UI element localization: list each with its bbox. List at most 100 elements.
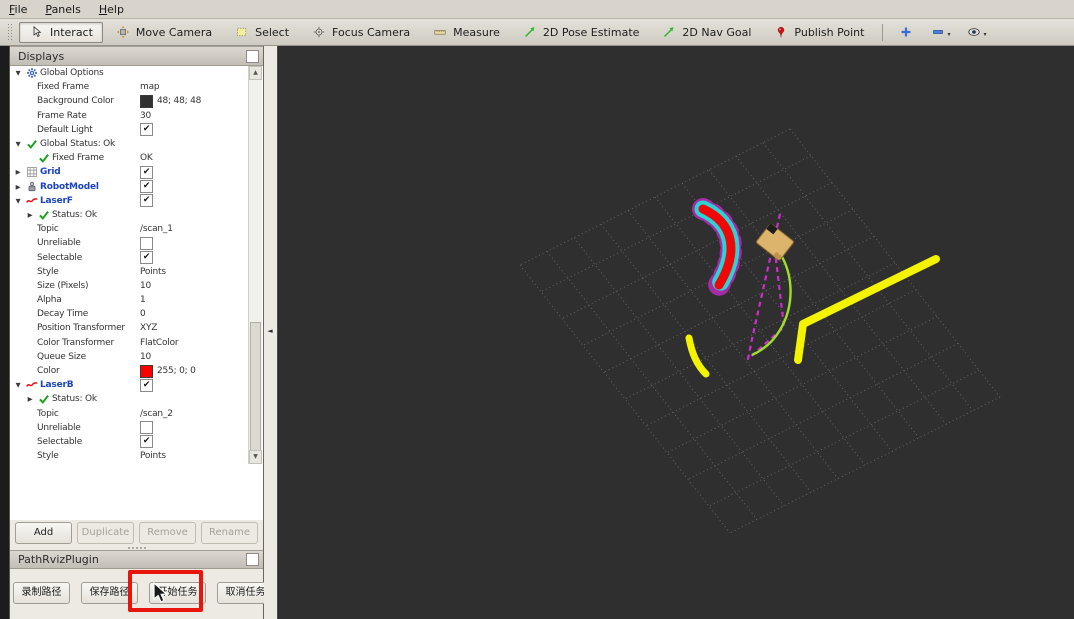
- tree-row[interactable]: Style Points: [10, 449, 263, 463]
- checkbox-checked[interactable]: ✔: [140, 123, 153, 137]
- tool-focus-camera[interactable]: Focus Camera: [301, 22, 420, 43]
- scrollbar-thumb[interactable]: [250, 322, 261, 452]
- tree-row[interactable]: Position Transformer XYZ: [10, 321, 263, 335]
- property-value[interactable]: 48; 48; 48: [140, 94, 201, 108]
- menu-panels[interactable]: Panels: [45, 3, 80, 16]
- tree-row[interactable]: ▼ LaserF ✔: [10, 194, 263, 208]
- property-value[interactable]: ✔: [140, 165, 153, 179]
- property-value[interactable]: ✔: [140, 435, 153, 449]
- start-task-button[interactable]: 开始任务: [149, 582, 206, 604]
- tree-row[interactable]: Selectable ✔: [10, 250, 263, 265]
- property-value[interactable]: 255; 0; 0: [140, 364, 196, 378]
- tree-row[interactable]: Unreliable: [10, 236, 263, 250]
- tree-row[interactable]: Fixed Frame map: [10, 80, 263, 94]
- checkbox-unchecked[interactable]: [140, 236, 153, 250]
- tree-row[interactable]: Topic/scan_2: [10, 407, 263, 421]
- displays-panel-header[interactable]: Displays: [10, 46, 263, 66]
- property-value[interactable]: ✔: [140, 123, 153, 137]
- dropdown-arrow-icon[interactable]: ▾: [947, 31, 950, 38]
- property-value[interactable]: 10: [140, 352, 151, 362]
- tool-2d-pose-estimate[interactable]: 2D Pose Estimate: [512, 22, 650, 43]
- tool-publish-point[interactable]: Publish Point: [763, 22, 874, 43]
- dock-splitter[interactable]: ◄: [264, 46, 278, 619]
- property-value[interactable]: [140, 421, 153, 435]
- scroll-up-icon[interactable]: ▲: [249, 66, 262, 80]
- tree-row[interactable]: Size (Pixels) 10: [10, 279, 263, 293]
- dropdown-arrow-icon[interactable]: ▾: [983, 31, 986, 38]
- tool-measure[interactable]: Measure: [422, 22, 510, 43]
- expander-right-icon[interactable]: ▶: [12, 183, 24, 191]
- checkbox-unchecked[interactable]: [140, 421, 153, 435]
- expander-right-icon[interactable]: ▶: [12, 168, 24, 176]
- tree-row[interactable]: ▶ Grid ✔: [10, 165, 263, 179]
- tree-row[interactable]: Decay Time 0: [10, 307, 263, 321]
- expander-down-icon[interactable]: ▼: [12, 381, 24, 389]
- property-value[interactable]: /scan_1: [140, 224, 173, 234]
- rename-button[interactable]: Rename: [201, 522, 258, 544]
- property-value[interactable]: 1: [140, 295, 146, 305]
- tree-row[interactable]: Style Points: [10, 265, 263, 279]
- tree-row[interactable]: Queue Size 10: [10, 350, 263, 364]
- property-value[interactable]: 0: [140, 309, 146, 319]
- property-value[interactable]: map: [140, 82, 160, 92]
- expander-down-icon[interactable]: ▼: [12, 69, 24, 77]
- property-value[interactable]: 30: [140, 111, 151, 121]
- checkbox-checked[interactable]: ✔: [140, 378, 153, 392]
- expander-right-icon[interactable]: ▶: [24, 211, 36, 219]
- checkbox-checked[interactable]: ✔: [140, 180, 153, 194]
- tree-row[interactable]: ▶ RobotModel ✔: [10, 180, 263, 194]
- property-value[interactable]: ✔: [140, 180, 153, 194]
- menu-file[interactable]: File: [9, 3, 27, 16]
- tree-scrollbar[interactable]: ▲ ▼: [248, 66, 262, 464]
- tool-move-camera[interactable]: Move Camera: [105, 22, 222, 43]
- tree-row[interactable]: ▶ Status: Ok: [10, 208, 263, 222]
- record-path-button[interactable]: 录制路径: [13, 582, 70, 604]
- displays-float-button[interactable]: [246, 49, 259, 63]
- property-value[interactable]: XYZ: [140, 323, 157, 333]
- property-value[interactable]: 10: [140, 281, 151, 291]
- tree-row[interactable]: Frame Rate 30: [10, 109, 263, 123]
- tree-row[interactable]: Default Light ✔: [10, 123, 263, 137]
- tree-row[interactable]: Alpha 1: [10, 293, 263, 307]
- expander-down-icon[interactable]: ▼: [12, 140, 24, 148]
- duplicate-button[interactable]: Duplicate: [77, 522, 134, 544]
- property-value[interactable]: ✔: [140, 194, 153, 208]
- add-button[interactable]: Add: [15, 522, 72, 544]
- tree-row[interactable]: ▼ Global Options: [10, 66, 263, 80]
- checkbox-checked[interactable]: ✔: [140, 435, 153, 449]
- plus-tool-button[interactable]: [892, 23, 920, 41]
- property-value[interactable]: ✔: [140, 378, 153, 392]
- tree-row[interactable]: Color Transformer FlatColor: [10, 336, 263, 350]
- property-value[interactable]: /scan_2: [140, 409, 173, 419]
- minus-tool-button[interactable]: ▾: [924, 23, 956, 41]
- tree-row[interactable]: ▶ Status: Ok: [10, 392, 263, 406]
- toolbar-grip[interactable]: [7, 23, 14, 41]
- path-plugin-header[interactable]: PathRvizPlugin: [10, 550, 263, 569]
- plugin-float-button[interactable]: [246, 553, 259, 566]
- tree-row[interactable]: Fixed Frame OK: [10, 151, 263, 165]
- property-value[interactable]: ✔: [140, 251, 153, 265]
- tree-row[interactable]: Topic/scan_1: [10, 222, 263, 236]
- expander-down-icon[interactable]: ▼: [12, 197, 24, 205]
- tool-interact[interactable]: Interact: [19, 21, 103, 43]
- expander-right-icon[interactable]: ▶: [24, 395, 36, 403]
- save-path-button[interactable]: 保存路径: [81, 582, 138, 604]
- menu-help[interactable]: Help: [99, 3, 124, 16]
- tool-2d-nav-goal[interactable]: 2D Nav Goal: [651, 22, 761, 43]
- property-value[interactable]: FlatColor: [140, 338, 179, 348]
- remove-button[interactable]: Remove: [139, 522, 196, 544]
- eye-tool-button[interactable]: ▾: [960, 23, 992, 41]
- property-value[interactable]: [140, 236, 153, 250]
- property-value[interactable]: Points: [140, 267, 166, 277]
- tree-row[interactable]: ▼ LaserB ✔: [10, 378, 263, 392]
- tree-row[interactable]: Unreliable: [10, 421, 263, 435]
- property-value[interactable]: OK: [140, 153, 153, 163]
- scroll-down-icon[interactable]: ▼: [249, 450, 262, 464]
- checkbox-checked[interactable]: ✔: [140, 165, 153, 179]
- collapse-panel-icon[interactable]: ◄: [264, 318, 276, 344]
- tool-select[interactable]: Select: [224, 22, 299, 43]
- tree-row[interactable]: ▼ Global Status: Ok: [10, 137, 263, 151]
- checkbox-checked[interactable]: ✔: [140, 194, 153, 208]
- tree-row[interactable]: Color 255; 0; 0: [10, 364, 263, 378]
- property-value[interactable]: Points: [140, 451, 166, 461]
